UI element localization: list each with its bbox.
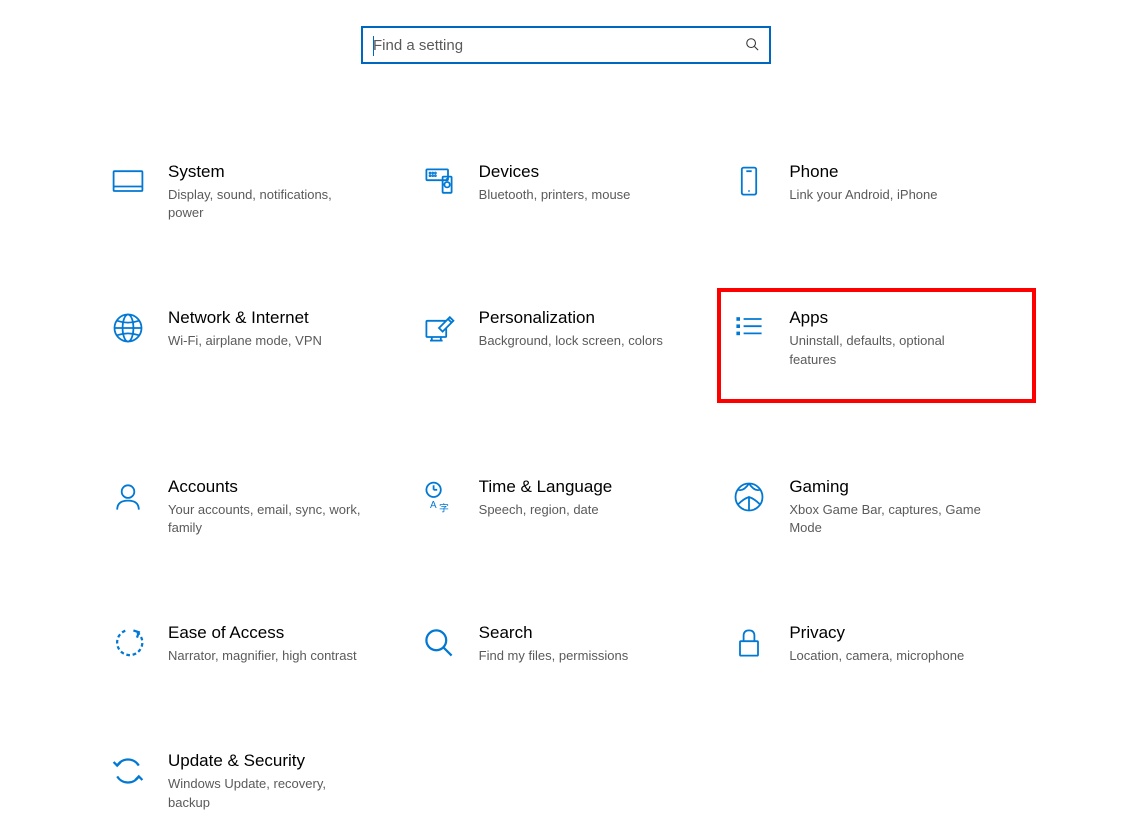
setting-title: Network & Internet bbox=[168, 308, 322, 328]
time-icon: A 字 bbox=[419, 477, 459, 517]
phone-icon bbox=[729, 162, 769, 202]
setting-ease[interactable]: Ease of Access Narrator, magnifier, high… bbox=[100, 615, 411, 673]
setting-update[interactable]: Update & Security Windows Update, recove… bbox=[100, 743, 411, 819]
setting-apps[interactable]: Apps Uninstall, defaults, optional featu… bbox=[721, 292, 1032, 398]
search-setting-icon bbox=[419, 623, 459, 663]
setting-text: Privacy Location, camera, microphone bbox=[789, 623, 964, 665]
search-box[interactable] bbox=[361, 26, 771, 64]
setting-personalization[interactable]: Personalization Background, lock screen,… bbox=[411, 300, 722, 398]
setting-text: Ease of Access Narrator, magnifier, high… bbox=[168, 623, 357, 665]
gaming-icon bbox=[729, 477, 769, 517]
setting-privacy[interactable]: Privacy Location, camera, microphone bbox=[721, 615, 1032, 673]
setting-text: Network & Internet Wi-Fi, airplane mode,… bbox=[168, 308, 322, 350]
setting-network[interactable]: Network & Internet Wi-Fi, airplane mode,… bbox=[100, 300, 411, 398]
ease-icon bbox=[108, 623, 148, 663]
setting-gaming[interactable]: Gaming Xbox Game Bar, captures, Game Mod… bbox=[721, 469, 1032, 545]
setting-title: Update & Security bbox=[168, 751, 368, 771]
setting-desc: Narrator, magnifier, high contrast bbox=[168, 647, 357, 665]
setting-text: Search Find my files, permissions bbox=[479, 623, 629, 665]
setting-text: Accounts Your accounts, email, sync, wor… bbox=[168, 477, 368, 537]
setting-text: Phone Link your Android, iPhone bbox=[789, 162, 937, 204]
setting-title: Personalization bbox=[479, 308, 663, 328]
setting-desc: Location, camera, microphone bbox=[789, 647, 964, 665]
setting-text: Devices Bluetooth, printers, mouse bbox=[479, 162, 631, 204]
system-icon bbox=[108, 162, 148, 202]
setting-title: Accounts bbox=[168, 477, 368, 497]
setting-title: Phone bbox=[789, 162, 937, 182]
setting-desc: Find my files, permissions bbox=[479, 647, 629, 665]
setting-title: Search bbox=[479, 623, 629, 643]
search-input[interactable] bbox=[373, 37, 745, 54]
update-icon bbox=[108, 751, 148, 791]
setting-desc: Link your Android, iPhone bbox=[789, 186, 937, 204]
setting-text: Time & Language Speech, region, date bbox=[479, 477, 613, 519]
setting-title: Privacy bbox=[789, 623, 964, 643]
setting-search[interactable]: Search Find my files, permissions bbox=[411, 615, 722, 673]
setting-title: Time & Language bbox=[479, 477, 613, 497]
setting-desc: Background, lock screen, colors bbox=[479, 332, 663, 350]
setting-text: Update & Security Windows Update, recove… bbox=[168, 751, 368, 811]
setting-time[interactable]: A 字 Time & Language Speech, region, date bbox=[411, 469, 722, 545]
setting-title: Apps bbox=[789, 308, 989, 328]
svg-text:字: 字 bbox=[439, 501, 449, 514]
accounts-icon bbox=[108, 477, 148, 517]
setting-desc: Display, sound, notifications, power bbox=[168, 186, 368, 222]
setting-title: Devices bbox=[479, 162, 631, 182]
privacy-icon bbox=[729, 623, 769, 663]
setting-text: Apps Uninstall, defaults, optional featu… bbox=[789, 308, 989, 368]
setting-phone[interactable]: Phone Link your Android, iPhone bbox=[721, 154, 1032, 230]
search-icon bbox=[745, 37, 759, 54]
setting-desc: Windows Update, recovery, backup bbox=[168, 775, 368, 811]
setting-system[interactable]: System Display, sound, notifications, po… bbox=[100, 154, 411, 230]
text-cursor bbox=[373, 36, 374, 56]
network-icon bbox=[108, 308, 148, 348]
svg-text:A: A bbox=[430, 500, 437, 511]
setting-desc: Bluetooth, printers, mouse bbox=[479, 186, 631, 204]
setting-title: System bbox=[168, 162, 368, 182]
settings-grid: System Display, sound, notifications, po… bbox=[0, 154, 1132, 820]
setting-title: Ease of Access bbox=[168, 623, 357, 643]
setting-text: System Display, sound, notifications, po… bbox=[168, 162, 368, 222]
setting-desc: Uninstall, defaults, optional features bbox=[789, 332, 989, 368]
setting-desc: Xbox Game Bar, captures, Game Mode bbox=[789, 501, 989, 537]
apps-icon bbox=[729, 308, 769, 348]
setting-desc: Wi-Fi, airplane mode, VPN bbox=[168, 332, 322, 350]
personalization-icon bbox=[419, 308, 459, 348]
setting-text: Gaming Xbox Game Bar, captures, Game Mod… bbox=[789, 477, 989, 537]
setting-devices[interactable]: Devices Bluetooth, printers, mouse bbox=[411, 154, 722, 230]
setting-text: Personalization Background, lock screen,… bbox=[479, 308, 663, 350]
devices-icon bbox=[419, 162, 459, 202]
setting-title: Gaming bbox=[789, 477, 989, 497]
setting-desc: Your accounts, email, sync, work, family bbox=[168, 501, 368, 537]
search-container bbox=[0, 0, 1132, 64]
setting-accounts[interactable]: Accounts Your accounts, email, sync, wor… bbox=[100, 469, 411, 545]
setting-desc: Speech, region, date bbox=[479, 501, 613, 519]
